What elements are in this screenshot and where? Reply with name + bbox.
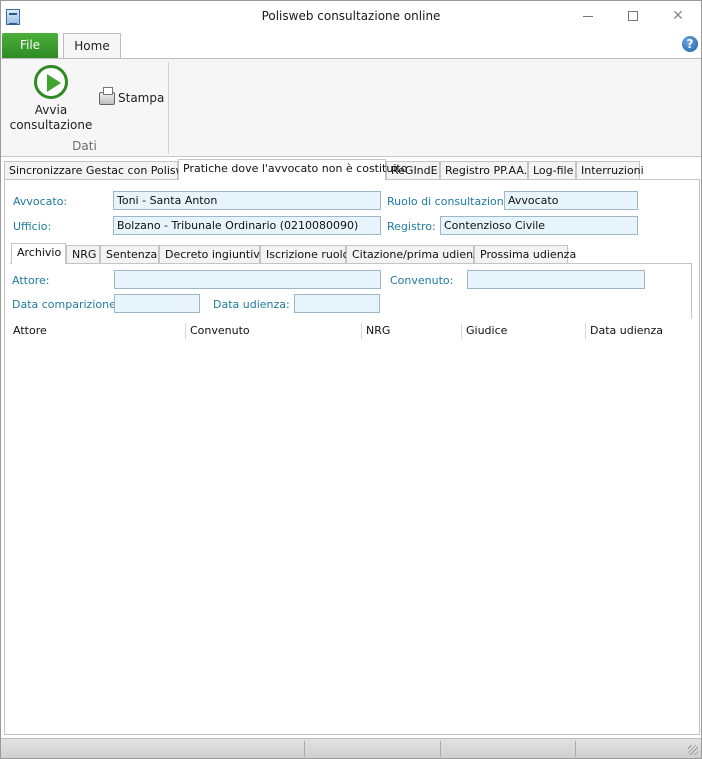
close-button[interactable]: ✕ xyxy=(663,5,693,27)
subtab-nrg[interactable]: NRG xyxy=(66,245,100,264)
minimize-icon xyxy=(583,15,593,17)
column-header-convenuto[interactable]: Convenuto xyxy=(185,323,363,339)
convenuto-input[interactable] xyxy=(467,270,645,289)
data-udienza-input[interactable] xyxy=(294,294,380,313)
subtab-iscrizione-ruolo[interactable]: Iscrizione ruolo xyxy=(260,245,349,264)
tab-sincronizzare[interactable]: Sincronizzare Gestac con Polisweb xyxy=(4,161,198,180)
subtab-prossima-udienza[interactable]: Prossima udienza xyxy=(474,245,576,264)
printer-icon xyxy=(99,86,115,105)
avvia-label: Avvia consultazione xyxy=(9,103,93,133)
play-icon xyxy=(34,65,68,99)
maximize-button[interactable] xyxy=(618,5,648,27)
ribbon-group-label: Dati xyxy=(72,139,97,153)
tab-pratiche[interactable]: Pratiche dove l'avvocato non è costituit… xyxy=(178,159,407,180)
stampa-label: Stampa xyxy=(118,91,165,105)
ribbon-group-separator xyxy=(168,62,169,154)
column-header-attore[interactable]: Attore xyxy=(9,323,187,339)
status-separator xyxy=(575,741,576,757)
main-tab-strip: Sincronizzare Gestac con Polisweb Pratic… xyxy=(4,159,700,180)
subtab-archivio[interactable]: Archivio xyxy=(11,243,66,264)
attore-label: Attore: xyxy=(12,274,50,287)
ribbon-tab-strip: File Home ? xyxy=(1,31,701,59)
tab-interruzioni[interactable]: Interruzioni xyxy=(576,161,644,180)
avvocato-label: Avvocato: xyxy=(13,195,68,208)
app-window: Polisweb consultazione online ✕ File Hom… xyxy=(0,0,702,759)
ufficio-field[interactable]: Bolzano - Tribunale Ordinario (021008009… xyxy=(113,216,381,235)
home-tab[interactable]: Home xyxy=(63,33,121,59)
close-icon: ✕ xyxy=(672,8,684,24)
subtab-citazione[interactable]: Citazione/prima udienza xyxy=(346,245,486,264)
stampa-button[interactable]: Stampa xyxy=(99,86,165,109)
title-bar: Polisweb consultazione online ✕ xyxy=(1,1,701,31)
data-comparizione-label: Data comparizione: xyxy=(12,298,120,311)
convenuto-label: Convenuto: xyxy=(390,274,454,287)
filter-panel-edge xyxy=(691,263,692,319)
subtab-sentenza[interactable]: Sentenza xyxy=(100,245,159,264)
avvia-label-line2: consultazione xyxy=(9,118,93,132)
avvia-consultazione-button[interactable]: Avvia consultazione xyxy=(9,65,93,137)
tab-registro-ppaa[interactable]: Registro PP.AA. xyxy=(440,161,528,180)
minimize-button[interactable] xyxy=(573,5,603,27)
data-comparizione-input[interactable] xyxy=(114,294,200,313)
ruolo-field[interactable]: Avvocato xyxy=(504,191,638,210)
ufficio-label: Ufficio: xyxy=(13,220,52,233)
subtab-panel-border xyxy=(10,263,692,264)
column-header-nrg[interactable]: NRG xyxy=(361,323,461,339)
status-separator xyxy=(440,741,441,757)
status-separator xyxy=(304,741,305,757)
status-bar xyxy=(1,738,701,758)
maximize-icon xyxy=(628,11,638,21)
file-tab[interactable]: File xyxy=(2,33,58,58)
resize-grip-icon[interactable] xyxy=(688,745,698,755)
registro-label: Registro: xyxy=(387,220,436,233)
tab-log-file[interactable]: Log-file xyxy=(528,161,576,180)
help-icon[interactable]: ? xyxy=(682,36,698,52)
attore-input[interactable] xyxy=(114,270,381,289)
column-header-giudice[interactable]: Giudice xyxy=(461,323,587,339)
registro-field[interactable]: Contenzioso Civile xyxy=(440,216,638,235)
column-header-data-udienza[interactable]: Data udienza xyxy=(585,323,691,339)
ruolo-label: Ruolo di consultazione: xyxy=(387,195,515,208)
ribbon-panel: Avvia consultazione Stampa Dati xyxy=(1,58,701,157)
subtab-decreto-ingiuntivo[interactable]: Decreto ingiuntivo xyxy=(159,245,267,264)
avvocato-field[interactable]: Toni - Santa Anton xyxy=(113,191,381,210)
data-udienza-label: Data udienza: xyxy=(213,298,290,311)
avvia-label-line1: Avvia xyxy=(34,103,68,117)
